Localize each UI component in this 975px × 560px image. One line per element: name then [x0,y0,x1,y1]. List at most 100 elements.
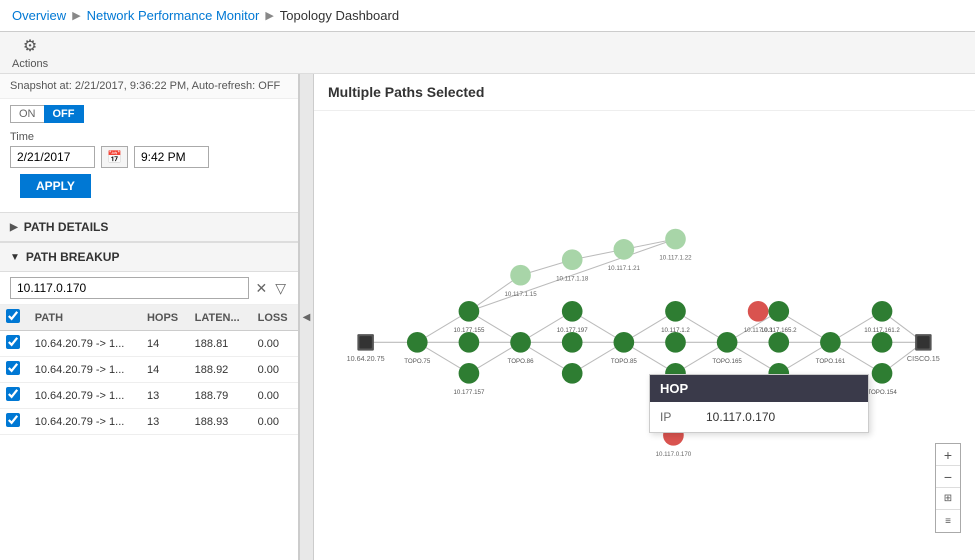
row-latency-3: 188.93 [189,409,252,435]
snapshot-text: Snapshot at: 2/21/2017, 9:36:22 PM, Auto… [10,80,280,92]
node-20[interactable] [872,363,893,384]
date-input[interactable] [10,146,95,168]
hop-row: IP 10.117.0.170 [660,408,858,426]
zoom-in-button[interactable]: + [936,444,960,466]
row-hops-1: 14 [141,357,189,383]
node-top-4[interactable] [665,229,686,250]
zoom-controls: + − ⊞ ≡ [935,443,961,533]
zoom-fit-button[interactable]: ⊞ [936,488,960,510]
col-hops: HOPS [141,305,189,331]
row-latency-2: 188.79 [189,383,252,409]
row-checkbox-1[interactable] [6,361,20,375]
node-red-mid[interactable] [748,301,769,322]
time-section: Time 📅 APPLY [0,129,298,212]
time-value-input[interactable] [134,146,209,168]
svg-text:10.117.1.21: 10.117.1.21 [608,265,641,272]
row-checkbox-0[interactable] [6,335,20,349]
svg-text:TOPO.161: TOPO.161 [816,358,846,365]
filter-filter-button[interactable]: ▽ [273,278,288,299]
panel-title: Multiple Paths Selected [314,74,975,111]
breadcrumb-sep-2: ▶ [265,9,273,22]
left-panel: Snapshot at: 2/21/2017, 9:36:22 PM, Auto… [0,74,300,560]
actions-button[interactable]: ⚙ Actions [12,36,48,70]
node-top-2[interactable] [562,249,583,270]
node-8[interactable] [562,363,583,384]
svg-text:CISCO.15: CISCO.15 [907,354,940,363]
svg-text:10.117.0.170: 10.117.0.170 [656,451,692,458]
hop-tooltip: HOP IP 10.117.0.170 [649,374,869,433]
zoom-list-button[interactable]: ≡ [936,510,960,532]
topology-svg: 10.64.20.75 10.117.1.15 10.117.1.18 10.1… [314,111,975,553]
filter-row: ✕ ▽ [0,272,298,305]
row-path-2: 10.64.20.79 -> 1... [29,383,141,409]
node-top-3[interactable] [614,239,635,260]
topology-area[interactable]: 10.64.20.75 10.117.1.15 10.117.1.18 10.1… [314,111,975,553]
panel-collapse-handle[interactable]: ◀ [300,74,314,560]
node-6[interactable] [562,301,583,322]
node-1[interactable] [407,332,428,353]
select-all-checkbox[interactable] [6,309,20,323]
node-3[interactable] [459,332,480,353]
actions-label: Actions [12,58,48,70]
node-7[interactable] [562,332,583,353]
row-checkbox-2[interactable] [6,387,20,401]
node-top-1[interactable] [510,265,531,286]
filter-clear-button[interactable]: ✕ [253,278,269,299]
hop-key: IP [660,410,690,424]
hop-tooltip-header: HOP [650,375,868,402]
toggle-off-button[interactable]: OFF [44,105,84,123]
breadcrumb-sep-1: ▶ [72,9,80,22]
row-loss-1: 0.00 [252,357,298,383]
main-layout: Snapshot at: 2/21/2017, 9:36:22 PM, Auto… [0,74,975,560]
node-15[interactable] [768,332,789,353]
node-17[interactable] [820,332,841,353]
actions-icon: ⚙ [23,36,37,56]
node-14[interactable] [768,301,789,322]
path-details-header[interactable]: ▶ PATH DETAILS [0,212,298,242]
node-19[interactable] [872,332,893,353]
svg-text:10.64.20.75: 10.64.20.75 [347,354,385,363]
row-loss-3: 0.00 [252,409,298,435]
breadcrumb: Overview ▶ Network Performance Monitor ▶… [12,8,399,23]
apply-button[interactable]: APPLY [20,174,91,198]
row-path-0: 10.64.20.79 -> 1... [29,331,141,357]
path-breakup-header[interactable]: ▼ PATH BREAKUP [0,242,298,272]
row-hops-3: 13 [141,409,189,435]
topbar: Overview ▶ Network Performance Monitor ▶… [0,0,975,32]
actions-bar: ⚙ Actions [0,32,975,74]
snapshot-bar: Snapshot at: 2/21/2017, 9:36:22 PM, Auto… [0,74,298,99]
breadcrumb-overview[interactable]: Overview [12,8,66,23]
breadcrumb-npm[interactable]: Network Performance Monitor [87,8,260,23]
svg-text:TOPO.165: TOPO.165 [712,358,742,365]
table-row: 10.64.20.79 -> 1... 13 188.93 0.00 [0,409,298,435]
path-table: PATH HOPS LATEN... LOSS 10.64.20.79 -> 1… [0,305,298,435]
node-2[interactable] [459,301,480,322]
row-latency-1: 188.92 [189,357,252,383]
row-hops-2: 13 [141,383,189,409]
svg-text:TOPO.75: TOPO.75 [404,358,431,365]
toggle-on-button[interactable]: ON [10,105,44,123]
hop-value: 10.117.0.170 [706,410,775,424]
calendar-button[interactable]: 📅 [101,146,128,168]
node-18[interactable] [872,301,893,322]
col-check [0,305,29,331]
node-13[interactable] [717,332,738,353]
node-9[interactable] [614,332,635,353]
row-checkbox-3[interactable] [6,413,20,427]
node-10[interactable] [665,301,686,322]
filter-input[interactable] [10,277,249,299]
node-5[interactable] [510,332,531,353]
breadcrumb-current: Topology Dashboard [280,8,399,23]
node-4[interactable] [459,363,480,384]
svg-text:10.117.1.15: 10.117.1.15 [504,291,537,298]
path-details-arrow: ▶ [10,222,18,233]
right-panel: Multiple Paths Selected [314,74,975,560]
col-loss: LOSS [252,305,298,331]
col-latency: LATEN... [189,305,252,331]
zoom-out-button[interactable]: − [936,466,960,488]
node-11[interactable] [665,332,686,353]
row-latency-0: 188.81 [189,331,252,357]
svg-text:10.117.1.18: 10.117.1.18 [556,275,589,282]
row-loss-2: 0.00 [252,383,298,409]
toggle-row: ON OFF [0,99,298,129]
